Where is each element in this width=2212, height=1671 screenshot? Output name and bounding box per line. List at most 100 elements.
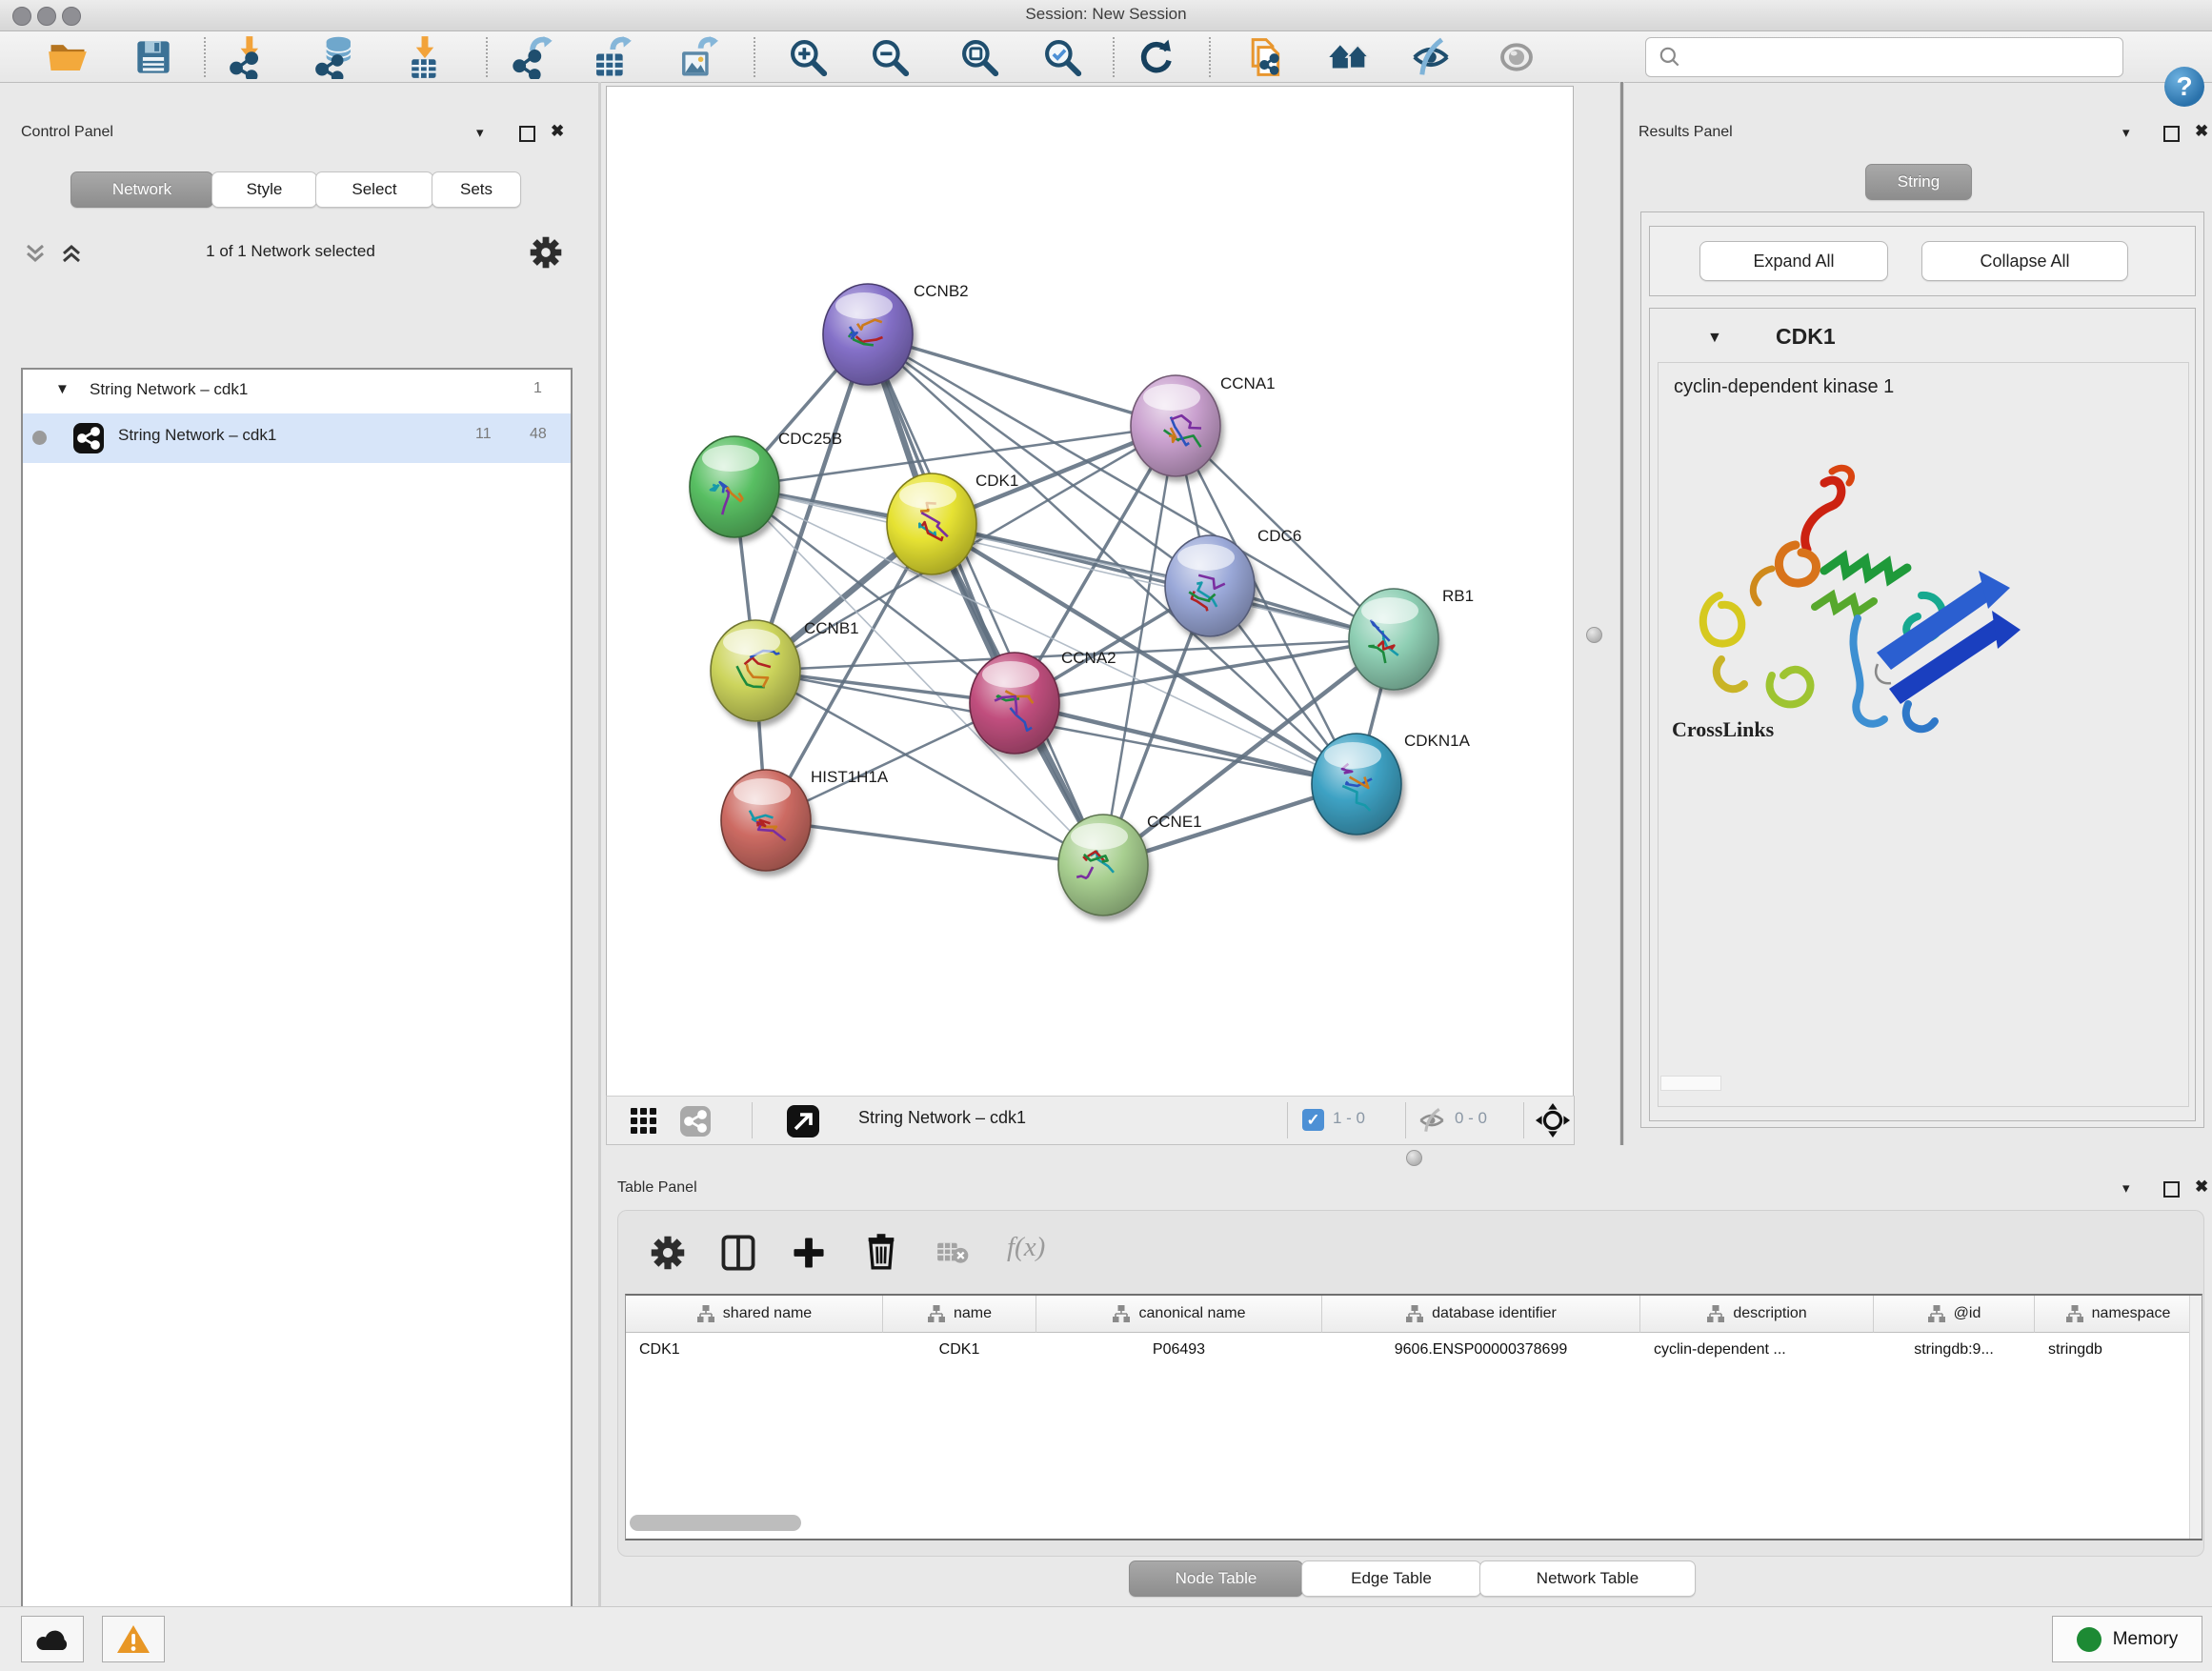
- table-horizontal-scrollbar[interactable]: [630, 1515, 801, 1531]
- show-columns-icon[interactable]: [719, 1234, 757, 1272]
- table-cell[interactable]: CDK1: [626, 1333, 882, 1367]
- delete-column-trash-icon[interactable]: [862, 1232, 900, 1270]
- memory-button[interactable]: Memory: [2052, 1616, 2202, 1662]
- network-node-CCNE1[interactable]: [1058, 815, 1148, 916]
- network-collection-row[interactable]: ▼ String Network – cdk1 1: [23, 372, 571, 413]
- hide-selected-button[interactable]: [1408, 34, 1454, 80]
- grid-icon[interactable]: [630, 1107, 658, 1136]
- tab-network[interactable]: Network: [70, 171, 213, 208]
- table-panel-menu-icon[interactable]: ▾: [2122, 1179, 2130, 1197]
- network-edge[interactable]: [766, 820, 1103, 865]
- column-header-id[interactable]: @id: [1874, 1296, 2035, 1333]
- selected-checkbox-icon[interactable]: ✓: [1302, 1109, 1324, 1131]
- cloud-status-button[interactable]: [21, 1616, 84, 1662]
- export-network-button[interactable]: [510, 34, 555, 80]
- column-header-canonicalname[interactable]: canonical name: [1036, 1296, 1322, 1333]
- results-panel-float-icon[interactable]: [2163, 126, 2180, 142]
- tab-select[interactable]: Select: [315, 171, 433, 208]
- fit-content-crosshair-icon[interactable]: [1535, 1102, 1571, 1138]
- collapse-all-button[interactable]: Collapse All: [1921, 241, 2128, 281]
- import-network-file-button[interactable]: [228, 34, 273, 80]
- zoom-fit-button[interactable]: [956, 34, 1002, 80]
- network-row-selected[interactable]: String Network – cdk1 11 48: [23, 413, 571, 463]
- hierarchy-icon: [1112, 1305, 1131, 1322]
- open-session-button[interactable]: [45, 34, 90, 80]
- birds-eye-view-icon[interactable]: [679, 1105, 712, 1137]
- splitter-handle-vertical[interactable]: [1586, 627, 1602, 643]
- tab-edge-table[interactable]: Edge Table: [1301, 1560, 1481, 1597]
- network-node-CCNB2[interactable]: [823, 284, 913, 385]
- tab-style[interactable]: Style: [211, 171, 317, 208]
- table-cell[interactable]: 9606.ENSP00000378699: [1322, 1333, 1639, 1367]
- network-node-CDC25B[interactable]: [690, 436, 779, 537]
- new-network-from-selection-button[interactable]: [1243, 34, 1289, 80]
- control-panel-divider[interactable]: [598, 82, 601, 1606]
- show-all-button[interactable]: [1494, 34, 1539, 80]
- table-cell[interactable]: CDK1: [883, 1333, 1036, 1367]
- search-icon: [1658, 45, 1682, 70]
- expand-all-chevron-icon[interactable]: [59, 242, 86, 265]
- import-network-database-button[interactable]: [313, 34, 359, 80]
- node-gloss: [1324, 742, 1381, 769]
- first-neighbors-button[interactable]: [1326, 34, 1372, 80]
- warning-status-button[interactable]: [102, 1616, 165, 1662]
- network-canvas[interactable]: CCNB2CCNA1CDC25BCDK1CDC6RB1CCNB1CCNA2CDK…: [606, 86, 1574, 1097]
- search-input[interactable]: [1690, 42, 2122, 72]
- gear-icon[interactable]: [530, 236, 562, 269]
- network-node-RB1[interactable]: [1349, 589, 1438, 690]
- network-node-CCNA2[interactable]: [970, 653, 1059, 754]
- zoom-in-button[interactable]: [785, 34, 831, 80]
- column-header-namespace[interactable]: namespace: [2035, 1296, 2202, 1333]
- import-table-button[interactable]: [402, 34, 448, 80]
- network-edge[interactable]: [868, 334, 1176, 426]
- node-gloss: [1071, 823, 1128, 850]
- node-gloss: [723, 629, 780, 655]
- column-header-description[interactable]: description: [1640, 1296, 1874, 1333]
- export-image-button[interactable]: [674, 34, 719, 80]
- network-node-label: CDKN1A: [1404, 732, 1471, 750]
- network-edge[interactable]: [868, 334, 1103, 865]
- tab-sets[interactable]: Sets: [432, 171, 521, 208]
- network-node-HIST1H1A[interactable]: [721, 770, 811, 871]
- network-node-CCNA1[interactable]: [1131, 375, 1220, 476]
- table-cell[interactable]: cyclin-dependent ...: [1640, 1333, 1873, 1367]
- zoom-out-button[interactable]: [867, 34, 913, 80]
- tab-string[interactable]: String: [1865, 164, 1972, 200]
- column-header-sharedname[interactable]: shared name: [626, 1296, 883, 1333]
- save-floppy-icon: [134, 38, 172, 76]
- results-panel-menu-icon[interactable]: ▾: [2122, 124, 2130, 141]
- tab-node-table[interactable]: Node Table: [1129, 1560, 1303, 1597]
- table-cell[interactable]: stringdb:9...: [1874, 1333, 2034, 1367]
- network-node-CDC6[interactable]: [1165, 535, 1255, 636]
- control-panel-float-icon[interactable]: [519, 126, 535, 142]
- network-node-CCNB1[interactable]: [711, 620, 800, 721]
- network-node-label: HIST1H1A: [811, 768, 889, 786]
- card-scrollbar[interactable]: [1660, 1076, 1721, 1091]
- tree-expand-icon[interactable]: ▼: [55, 381, 70, 397]
- control-panel-close-icon[interactable]: ✖: [551, 122, 564, 141]
- table-settings-gear-icon[interactable]: [651, 1236, 685, 1270]
- table-panel-float-icon[interactable]: [2163, 1181, 2180, 1198]
- table-panel-close-icon[interactable]: ✖: [2195, 1178, 2208, 1197]
- control-panel-menu-icon[interactable]: ▾: [476, 124, 484, 141]
- network-node-CDK1[interactable]: [887, 473, 976, 574]
- open-in-new-window-icon[interactable]: [786, 1104, 820, 1138]
- zoom-selected-button[interactable]: [1039, 34, 1085, 80]
- export-table-button[interactable]: [588, 34, 633, 80]
- main-toolbar: ?: [0, 31, 2212, 83]
- apply-layout-button[interactable]: [1133, 34, 1178, 80]
- add-column-plus-icon[interactable]: [790, 1234, 828, 1272]
- column-header-name[interactable]: name: [883, 1296, 1036, 1333]
- table-cell[interactable]: P06493: [1036, 1333, 1321, 1367]
- card-collapse-icon[interactable]: ▼: [1707, 330, 1722, 347]
- tab-network-table[interactable]: Network Table: [1479, 1560, 1696, 1597]
- network-edge[interactable]: [932, 524, 1394, 639]
- save-session-button[interactable]: [131, 34, 176, 80]
- collapse-all-chevron-icon[interactable]: [23, 242, 50, 265]
- table-cell[interactable]: stringdb: [2035, 1333, 2201, 1367]
- expand-all-button[interactable]: Expand All: [1699, 241, 1888, 281]
- network-node-CDKN1A[interactable]: [1312, 734, 1401, 835]
- results-panel-close-icon[interactable]: ✖: [2195, 122, 2208, 141]
- table-vertical-scrollbar[interactable]: [2189, 1296, 2202, 1539]
- column-header-databaseidentifier[interactable]: database identifier: [1322, 1296, 1640, 1333]
